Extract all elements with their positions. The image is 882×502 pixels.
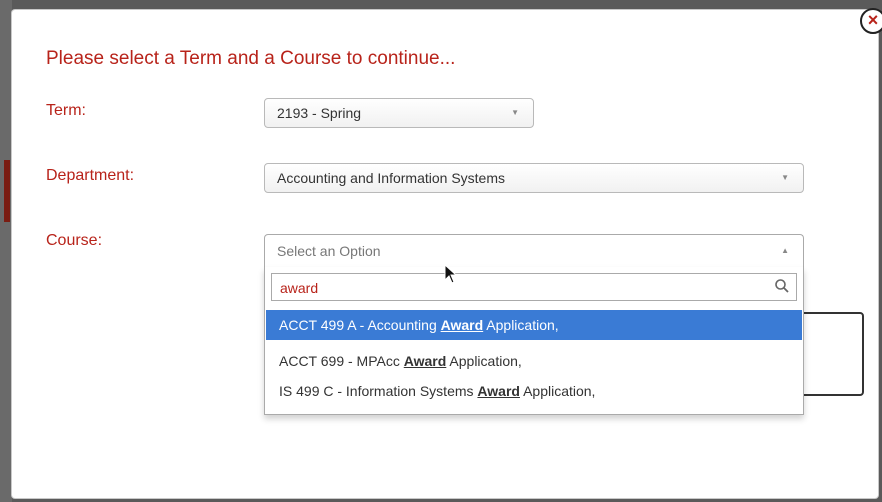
course-option-suffix: Application, bbox=[519, 383, 596, 399]
course-option-match: Award bbox=[477, 383, 520, 399]
course-option-prefix: ACCT 699 - MPAcc bbox=[279, 353, 404, 369]
course-dropdown: award ACCT 499 A - Accounting Award Appl… bbox=[264, 267, 804, 415]
chevron-down-icon: ▼ bbox=[511, 108, 519, 117]
department-label: Department: bbox=[46, 167, 135, 184]
course-option-match: Award bbox=[403, 353, 447, 369]
course-select[interactable]: Select an Option ▲ bbox=[264, 234, 804, 268]
course-search-input[interactable]: award bbox=[271, 273, 797, 301]
backdrop-accent bbox=[4, 160, 10, 222]
course-option-match: Award bbox=[440, 317, 484, 333]
term-select[interactable]: 2193 - Spring ▼ bbox=[264, 98, 534, 128]
course-select-placeholder: Select an Option bbox=[277, 243, 381, 259]
course-option-prefix: IS 499 C - Information Systems bbox=[279, 383, 478, 399]
backdrop bbox=[0, 0, 12, 502]
course-selection-modal: Please select a Term and a Course to con… bbox=[12, 10, 878, 498]
chevron-up-icon: ▲ bbox=[781, 246, 789, 255]
course-option-prefix: ACCT 499 A - Accounting bbox=[279, 317, 441, 333]
modal-title: Please select a Term and a Course to con… bbox=[46, 48, 456, 69]
course-label: Course: bbox=[46, 232, 103, 249]
course-option[interactable]: IS 499 C - Information Systems Award App… bbox=[266, 376, 802, 406]
term-select-value: 2193 - Spring bbox=[277, 105, 362, 121]
department-select-value: Accounting and Information Systems bbox=[277, 170, 506, 186]
mouse-cursor-icon bbox=[444, 264, 458, 284]
close-icon[interactable]: × bbox=[860, 8, 882, 34]
search-icon bbox=[775, 279, 789, 293]
department-select[interactable]: Accounting and Information Systems ▼ bbox=[264, 163, 804, 193]
term-label: Term: bbox=[46, 102, 86, 119]
course-option[interactable]: ACCT 499 A - Accounting Award Applicatio… bbox=[266, 310, 802, 340]
course-option-suffix: Application, bbox=[446, 353, 522, 369]
course-option[interactable]: ACCT 699 - MPAcc Award Application, bbox=[266, 346, 802, 376]
course-option-suffix: Application, bbox=[483, 317, 559, 333]
chevron-down-icon: ▼ bbox=[781, 173, 789, 182]
close-symbol: × bbox=[867, 10, 879, 30]
course-search-value: award bbox=[280, 280, 319, 296]
